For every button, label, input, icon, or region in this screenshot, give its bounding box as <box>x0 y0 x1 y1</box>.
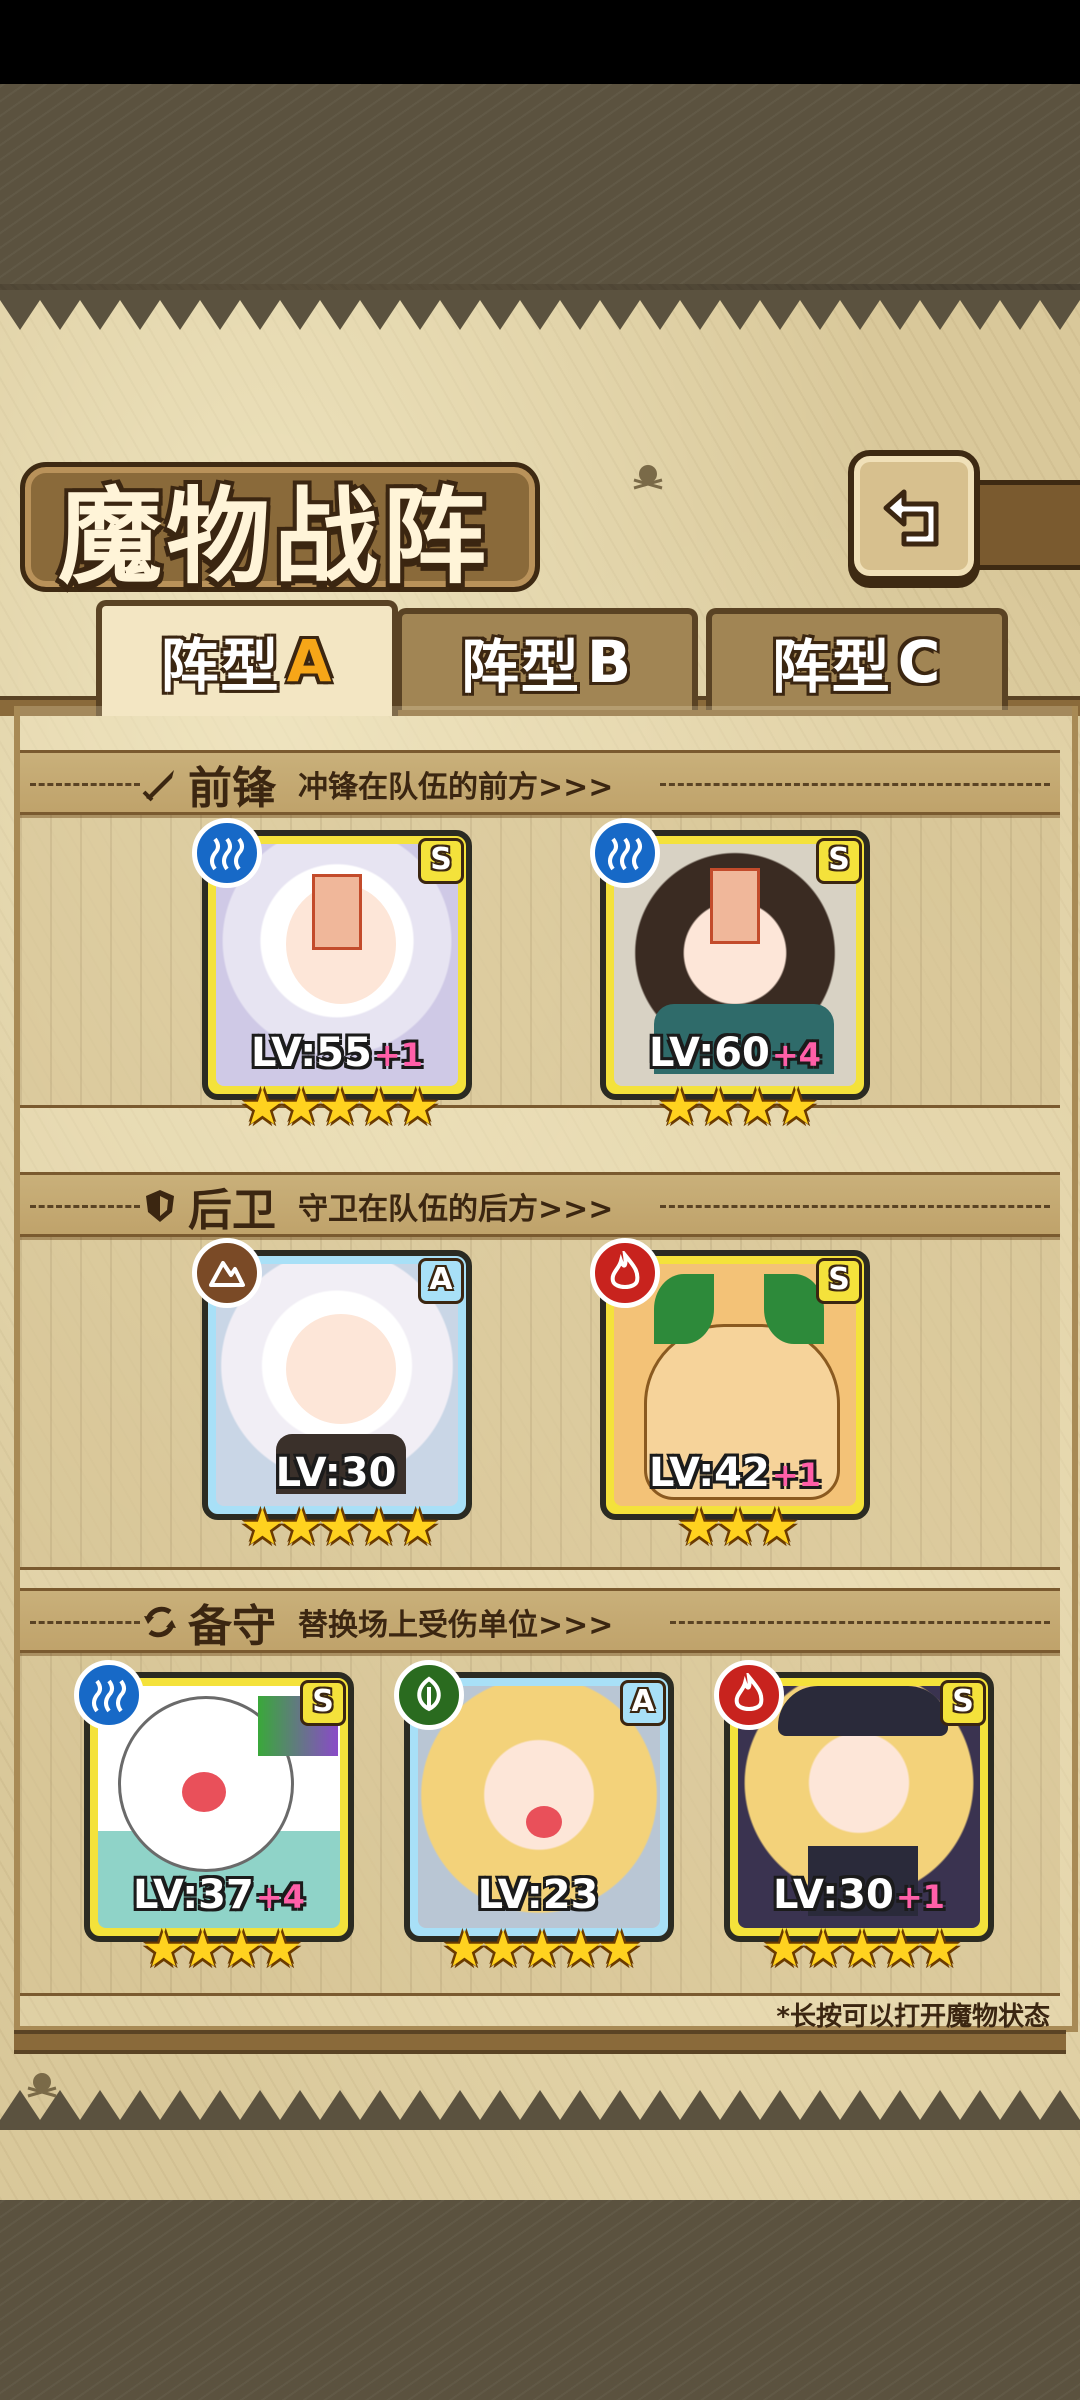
hint-text: *长按可以打开魔物状态 <box>776 2002 1050 2032</box>
front-row <box>20 812 1060 1108</box>
monster-card[interactable]: S LV:30+1 ★★★★★ <box>714 1660 994 1974</box>
rank-badge: S <box>816 1258 862 1304</box>
water-icon <box>74 1660 144 1730</box>
tab-formation-a[interactable]: 阵型 A <box>96 600 398 716</box>
divider <box>30 1621 140 1624</box>
star-rating: ★★★★★ <box>239 1078 440 1136</box>
tab-letter: A <box>286 627 334 695</box>
star-rating: ★★★★ <box>141 1920 302 1978</box>
rank-badge: S <box>418 838 464 884</box>
back-row <box>20 1234 1060 1570</box>
divider <box>670 1621 1050 1624</box>
section-title-front: 前锋 冲锋在队伍的前方>>> <box>140 752 613 816</box>
level-label: LV:23 <box>410 1872 668 1918</box>
rank-badge: A <box>418 1258 464 1304</box>
level-value: LV:42 <box>649 1450 770 1496</box>
section-name: 备守 <box>188 1601 276 1652</box>
back-control <box>848 450 1080 582</box>
star-rating: ★★★★★ <box>239 1498 440 1556</box>
return-arrow-icon <box>883 489 939 547</box>
level-value: LV:55 <box>251 1030 372 1076</box>
page-title: 魔物战阵 <box>58 475 491 598</box>
rank-badge: S <box>816 838 862 884</box>
level-label: LV:60+4 <box>606 1030 864 1076</box>
level-label: LV:37+4 <box>90 1872 348 1918</box>
level-label: LV:42+1 <box>606 1450 864 1496</box>
monster-card[interactable]: A LV:30 ★★★★★ <box>192 1238 472 1552</box>
level-value: LV:60 <box>649 1030 770 1076</box>
level-label: LV:55+1 <box>208 1030 466 1076</box>
section-name: 前锋 <box>188 763 276 814</box>
section-title-back: 后卫 守卫在队伍的后方>>> <box>140 1174 613 1238</box>
divider <box>30 783 140 786</box>
skull-icon <box>27 2073 57 2098</box>
level-label: LV:30 <box>208 1450 466 1496</box>
back-button[interactable] <box>848 450 980 582</box>
tab-letter: B <box>586 628 634 696</box>
skull-icon <box>633 465 663 490</box>
monster-card[interactable]: S LV:55+1 ★★★★★ <box>192 818 472 1132</box>
rank-badge: S <box>300 1680 346 1726</box>
level-label: LV:30+1 <box>730 1872 988 1918</box>
monster-card[interactable]: S LV:37+4 ★★★★ <box>74 1660 354 1974</box>
tab-formation-b[interactable]: 阵型 B <box>396 608 698 710</box>
tab-letter: C <box>897 628 943 696</box>
level-value: LV:30 <box>773 1872 894 1918</box>
rock-icon <box>192 1238 262 1308</box>
panel-top-edge <box>0 290 1080 330</box>
water-icon <box>590 818 660 888</box>
tab-label: 阵型 <box>460 633 581 701</box>
level-plus: +1 <box>771 1456 821 1494</box>
fire-icon <box>590 1238 660 1308</box>
grass-icon <box>394 1660 464 1730</box>
section-desc: 冲锋在队伍的前方>>> <box>298 770 614 805</box>
star-rating: ★★★★★ <box>761 1920 962 1978</box>
swap-icon <box>144 1606 176 1638</box>
shield-icon <box>146 1190 174 1222</box>
panel-bottom-edge <box>0 2090 1080 2130</box>
monster-card[interactable]: S LV:42+1 ★★★ <box>590 1238 870 1552</box>
water-icon <box>192 818 262 888</box>
tab-label: 阵型 <box>160 632 281 700</box>
level-plus: +1 <box>373 1036 423 1074</box>
star-rating: ★★★★★ <box>441 1920 642 1978</box>
star-rating: ★★★ <box>676 1498 799 1556</box>
divider <box>660 1205 1050 1208</box>
rank-badge: S <box>940 1680 986 1726</box>
section-desc: 守卫在队伍的后方>>> <box>298 1192 614 1227</box>
level-plus: +4 <box>255 1878 305 1916</box>
star-rating: ★★★★ <box>657 1078 818 1136</box>
rank-badge: A <box>620 1680 666 1726</box>
panel-bottom-rail <box>14 2030 1066 2054</box>
level-plus: +1 <box>895 1878 945 1916</box>
tab-label: 阵型 <box>771 633 892 701</box>
section-title-reserve: 备守 替换场上受伤单位>>> <box>140 1590 613 1654</box>
section-desc: 替换场上受伤单位>>> <box>298 1608 614 1643</box>
map-top-strip <box>0 84 1080 284</box>
map-bottom-strip <box>0 2200 1080 2400</box>
sword-icon <box>142 770 174 802</box>
status-bar <box>0 0 1080 84</box>
level-value: LV:30 <box>275 1450 397 1496</box>
monster-card[interactable]: S LV:60+4 ★★★★ <box>590 818 870 1132</box>
tab-formation-c[interactable]: 阵型 C <box>706 608 1008 710</box>
level-value: LV:23 <box>477 1872 599 1918</box>
divider <box>660 783 1050 786</box>
fire-icon <box>714 1660 784 1730</box>
divider <box>30 1205 140 1208</box>
level-value: LV:37 <box>133 1872 254 1918</box>
monster-card[interactable]: A LV:23 ★★★★★ <box>394 1660 674 1974</box>
section-name: 后卫 <box>188 1185 276 1236</box>
level-plus: +4 <box>771 1036 821 1074</box>
